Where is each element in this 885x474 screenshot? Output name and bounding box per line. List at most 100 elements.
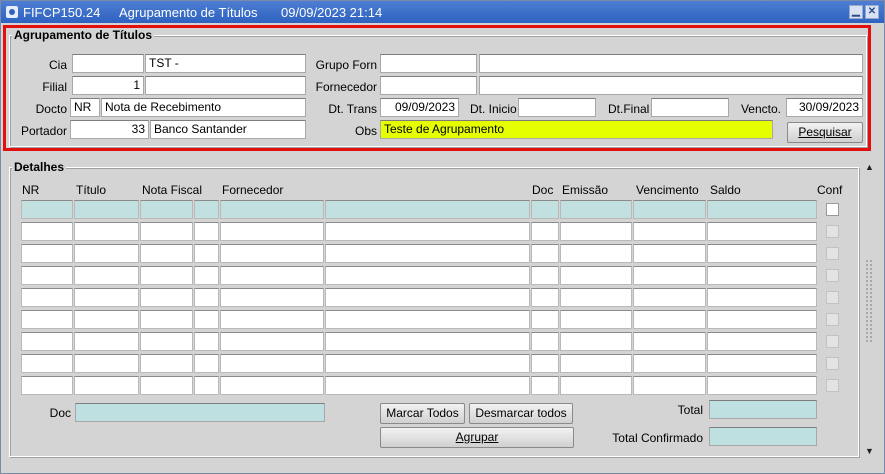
conf-checkbox[interactable]: [826, 357, 839, 370]
grid-cell-vencimento[interactable]: [633, 354, 706, 373]
grid-cell-nota-fiscal-ext[interactable]: [194, 200, 219, 219]
grid-cell-emissao[interactable]: [560, 266, 632, 285]
grid-cell-emissao[interactable]: [560, 244, 632, 263]
grid-cell-nota-fiscal[interactable]: [140, 244, 193, 263]
grid-cell-saldo[interactable]: [707, 288, 817, 307]
grid-cell-saldo[interactable]: [707, 354, 817, 373]
grid-cell-nota-fiscal[interactable]: [140, 222, 193, 241]
grid-cell-fornecedor-name[interactable]: [325, 310, 530, 329]
grid-cell-fornecedor-code[interactable]: [220, 354, 324, 373]
conf-checkbox[interactable]: [826, 247, 839, 260]
cia-code-field[interactable]: [72, 54, 144, 73]
dt-inicio-field[interactable]: [518, 98, 596, 117]
grid-cell-fornecedor-name[interactable]: [325, 354, 530, 373]
grid-cell-saldo[interactable]: [707, 332, 817, 351]
grid-cell-fornecedor-code[interactable]: [220, 310, 324, 329]
filial-code-field[interactable]: 1: [72, 76, 144, 95]
grid-cell-vencimento[interactable]: [633, 310, 706, 329]
grid-cell-nr[interactable]: [21, 288, 73, 307]
conf-checkbox[interactable]: [826, 269, 839, 282]
grid-cell-vencimento[interactable]: [633, 244, 706, 263]
minimize-icon[interactable]: ▁: [849, 5, 863, 19]
grid-cell-nota-fiscal-ext[interactable]: [194, 266, 219, 285]
grid-cell-doc[interactable]: [531, 288, 559, 307]
grid-cell-emissao[interactable]: [560, 376, 632, 395]
grid-cell-vencimento[interactable]: [633, 332, 706, 351]
grid-cell-fornecedor-name[interactable]: [325, 200, 530, 219]
grid-cell-fornecedor-code[interactable]: [220, 200, 324, 219]
grid-cell-emissao[interactable]: [560, 310, 632, 329]
grid-cell-nota-fiscal-ext[interactable]: [194, 222, 219, 241]
grid-cell-nota-fiscal[interactable]: [140, 332, 193, 351]
grid-cell-saldo[interactable]: [707, 266, 817, 285]
grid-cell-titulo[interactable]: [74, 332, 139, 351]
grid-cell-nota-fiscal[interactable]: [140, 266, 193, 285]
grid-cell-nr[interactable]: [21, 244, 73, 263]
grid-cell-emissao[interactable]: [560, 354, 632, 373]
grid-cell-titulo[interactable]: [74, 266, 139, 285]
grid-cell-vencimento[interactable]: [633, 288, 706, 307]
desmarcar-todos-button[interactable]: Desmarcar todos: [469, 403, 573, 424]
grid-cell-fornecedor-name[interactable]: [325, 332, 530, 351]
portador-code-field[interactable]: 33: [70, 120, 149, 139]
grupo-forn-code-field[interactable]: [380, 54, 477, 73]
grid-cell-nota-fiscal[interactable]: [140, 288, 193, 307]
grid-cell-doc[interactable]: [531, 200, 559, 219]
portador-name-field[interactable]: Banco Santander: [150, 120, 306, 139]
grid-cell-fornecedor-code[interactable]: [220, 332, 324, 351]
grid-cell-emissao[interactable]: [560, 200, 632, 219]
grid-cell-fornecedor-code[interactable]: [220, 266, 324, 285]
grid-cell-nota-fiscal[interactable]: [140, 354, 193, 373]
grid-cell-nr[interactable]: [21, 310, 73, 329]
grid-cell-doc[interactable]: [531, 332, 559, 351]
grid-cell-fornecedor-name[interactable]: [325, 222, 530, 241]
conf-checkbox[interactable]: [826, 203, 839, 216]
agrupar-button[interactable]: Agrupar: [380, 427, 574, 448]
grid-cell-nota-fiscal[interactable]: [140, 310, 193, 329]
grid-cell-fornecedor-code[interactable]: [220, 244, 324, 263]
scroll-up-icon[interactable]: ▲: [865, 162, 874, 172]
grid-cell-titulo[interactable]: [74, 244, 139, 263]
grid-cell-nr[interactable]: [21, 332, 73, 351]
grid-cell-titulo[interactable]: [74, 222, 139, 241]
grid-cell-doc[interactable]: [531, 244, 559, 263]
grid-cell-vencimento[interactable]: [633, 200, 706, 219]
close-icon[interactable]: ✕: [865, 5, 879, 19]
grid-cell-vencimento[interactable]: [633, 266, 706, 285]
grid-cell-emissao[interactable]: [560, 222, 632, 241]
pesquisar-button[interactable]: Pesquisar: [787, 122, 863, 143]
fornecedor-code-field[interactable]: [380, 76, 477, 95]
grid-cell-doc[interactable]: [531, 310, 559, 329]
grid-cell-titulo[interactable]: [74, 310, 139, 329]
grid-cell-vencimento[interactable]: [633, 376, 706, 395]
dt-trans-field[interactable]: 09/09/2023: [380, 98, 459, 117]
cia-name-field[interactable]: TST -: [145, 54, 306, 73]
grid-cell-fornecedor-name[interactable]: [325, 376, 530, 395]
grid-cell-nr[interactable]: [21, 266, 73, 285]
grid-cell-nota-fiscal[interactable]: [140, 376, 193, 395]
fornecedor-name-field[interactable]: [479, 76, 863, 95]
grid-cell-saldo[interactable]: [707, 222, 817, 241]
docto-code-field[interactable]: NR: [70, 98, 100, 117]
dt-final-field[interactable]: [651, 98, 729, 117]
grid-cell-fornecedor-name[interactable]: [325, 266, 530, 285]
grid-cell-nota-fiscal-ext[interactable]: [194, 288, 219, 307]
grupo-forn-name-field[interactable]: [479, 54, 863, 73]
grid-cell-emissao[interactable]: [560, 332, 632, 351]
docto-description-field[interactable]: Nota de Recebimento: [101, 98, 306, 117]
grid-cell-emissao[interactable]: [560, 288, 632, 307]
grid-cell-nota-fiscal-ext[interactable]: [194, 244, 219, 263]
conf-checkbox[interactable]: [826, 379, 839, 392]
grid-cell-fornecedor-code[interactable]: [220, 376, 324, 395]
grid-cell-saldo[interactable]: [707, 376, 817, 395]
grid-cell-nr[interactable]: [21, 376, 73, 395]
grid-cell-nota-fiscal-ext[interactable]: [194, 332, 219, 351]
grid-cell-nr[interactable]: [21, 200, 73, 219]
grid-cell-nr[interactable]: [21, 222, 73, 241]
conf-checkbox[interactable]: [826, 225, 839, 238]
grid-cell-titulo[interactable]: [74, 288, 139, 307]
marcar-todos-button[interactable]: Marcar Todos: [380, 403, 465, 424]
grid-cell-doc[interactable]: [531, 222, 559, 241]
grid-cell-doc[interactable]: [531, 376, 559, 395]
grid-cell-titulo[interactable]: [74, 200, 139, 219]
